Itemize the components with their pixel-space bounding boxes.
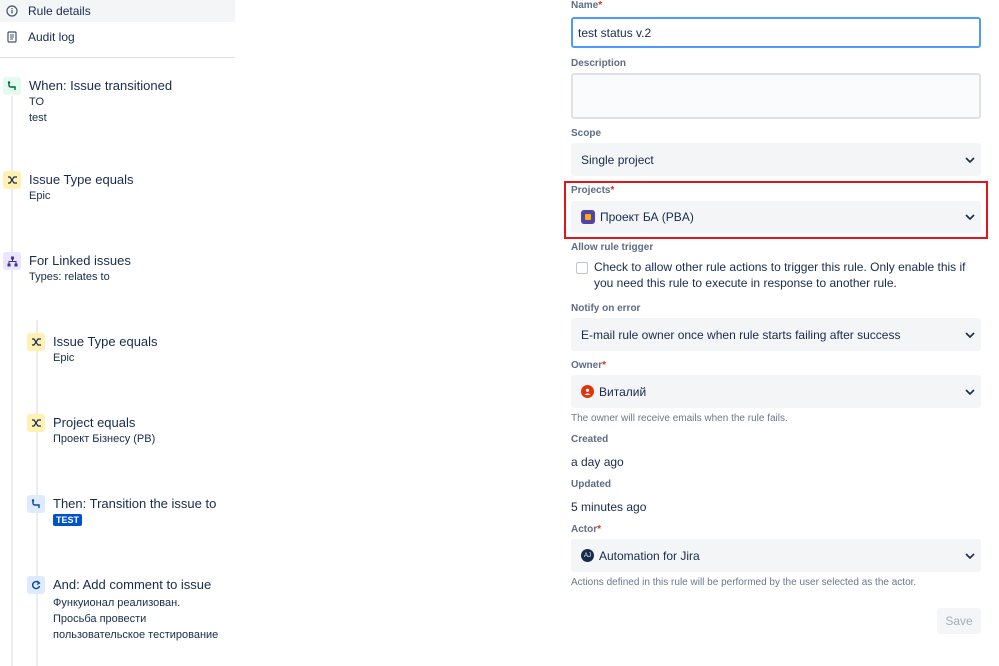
step-sub: Epic — [29, 190, 51, 202]
step-sub: пользовательское тестирование — [53, 629, 219, 641]
actor-avatar: AJ — [581, 549, 594, 562]
name-input-value: test status v.2 — [578, 25, 652, 40]
actor-label-text: Actor — [571, 524, 598, 535]
step-sub: Epic — [53, 352, 75, 364]
step-sub: test — [29, 112, 47, 124]
projects-label-text: Projects — [571, 185, 611, 196]
status-lozenge: TEST — [53, 514, 83, 526]
created-label: Created — [571, 434, 609, 445]
condition-step[interactable]: Project equals Проект Бізнесу (PB) — [27, 414, 155, 447]
actor-select[interactable]: AJ Automation for Jira — [571, 539, 981, 572]
actor-label: Actor* — [571, 524, 601, 535]
step-sub: Функуионал реализован. — [53, 597, 181, 609]
created-value: a day ago — [571, 455, 624, 469]
scope-label: Scope — [571, 128, 602, 139]
name-label-text: Name — [571, 0, 599, 11]
trigger-step[interactable]: When: Issue transitioned TO test — [3, 77, 172, 126]
step-sub: Просьба провести — [53, 613, 147, 625]
owner-helper: The owner will receive emails when the r… — [571, 413, 788, 424]
required-marker: * — [597, 524, 602, 535]
chevron-down-icon — [959, 388, 981, 395]
required-marker: * — [598, 0, 603, 11]
name-label: Name* — [571, 0, 602, 11]
chevron-down-icon — [959, 214, 981, 220]
projects-value: Проект БА (PBA) — [600, 210, 694, 224]
document-icon — [6, 31, 18, 43]
updated-value: 5 minutes ago — [571, 500, 647, 514]
allow-trigger-checkbox[interactable] — [576, 262, 588, 274]
nav-rule-details-label: Rule details — [28, 4, 91, 18]
required-marker: * — [602, 360, 607, 371]
step-title: Then: Transition the issue to — [53, 496, 217, 511]
transition-icon — [27, 495, 45, 513]
actor-helper: Actions defined in this rule will be per… — [571, 577, 917, 588]
step-title: When: Issue transitioned — [29, 78, 173, 93]
step-sub: Types: relates to — [29, 271, 110, 283]
step-title: Issue Type equals — [29, 172, 134, 187]
action-step[interactable]: Then: Transition the issue to TEST — [27, 495, 216, 526]
scope-value: Single project — [581, 152, 654, 167]
shuffle-icon — [27, 414, 45, 432]
owner-select[interactable]: Виталий — [571, 375, 981, 408]
refresh-icon — [27, 576, 45, 594]
name-input[interactable]: test status v.2 — [571, 17, 981, 48]
step-sub: TO — [29, 96, 45, 108]
updated-label: Updated — [571, 479, 611, 490]
actor-value: Automation for Jira — [599, 548, 700, 563]
owner-value: Виталий — [599, 384, 647, 399]
nav-audit-log-label: Audit log — [28, 30, 75, 44]
description-label: Description — [571, 58, 627, 69]
step-sub: Проект Бізнесу (PB) — [53, 433, 156, 445]
owner-label: Owner* — [571, 360, 606, 371]
user-avatar-icon — [581, 385, 594, 398]
branch-step[interactable]: For Linked issues Types: relates to — [3, 252, 131, 285]
condition-step[interactable]: Issue Type equals Epic — [27, 333, 158, 366]
chevron-down-icon — [959, 331, 981, 338]
shuffle-icon — [3, 171, 21, 189]
rule-sidebar: Rule details Audit log When: Issue trans… — [0, 0, 236, 666]
description-textarea[interactable] — [571, 73, 981, 119]
notify-select[interactable]: E-mail rule owner once when rule starts … — [571, 318, 981, 351]
info-icon — [6, 5, 18, 17]
projects-label: Projects* — [571, 185, 614, 196]
action-step[interactable]: And: Add comment to issue Функуионал реа… — [27, 576, 218, 643]
condition-step[interactable]: Issue Type equals Epic — [3, 171, 134, 204]
transition-icon — [3, 77, 21, 95]
allow-trigger-text: Check to allow other rule actions to tri… — [594, 260, 966, 290]
chevron-down-icon — [959, 552, 981, 559]
hierarchy-icon — [3, 252, 21, 270]
nav-rule-details[interactable]: Rule details — [0, 0, 235, 22]
step-title: For Linked issues — [29, 253, 131, 268]
step-title: Project equals — [53, 415, 136, 430]
project-avatar-icon — [581, 210, 595, 224]
owner-label-text: Owner — [571, 360, 603, 371]
sidebar-divider — [0, 57, 235, 58]
projects-select[interactable]: Проект БА (PBA) — [571, 201, 981, 233]
step-title: And: Add comment to issue — [53, 577, 212, 592]
required-marker: * — [610, 185, 615, 196]
notify-label: Notify on error — [571, 303, 641, 314]
step-title: Issue Type equals — [53, 334, 158, 349]
shuffle-icon — [27, 333, 45, 351]
nav-audit-log[interactable]: Audit log — [0, 26, 235, 48]
chevron-down-icon — [959, 156, 981, 163]
scope-select[interactable]: Single project — [571, 143, 981, 176]
notify-value: E-mail rule owner once when rule starts … — [581, 327, 901, 342]
allow-trigger-label: Allow rule trigger — [571, 242, 654, 253]
save-button[interactable]: Save — [937, 608, 981, 634]
